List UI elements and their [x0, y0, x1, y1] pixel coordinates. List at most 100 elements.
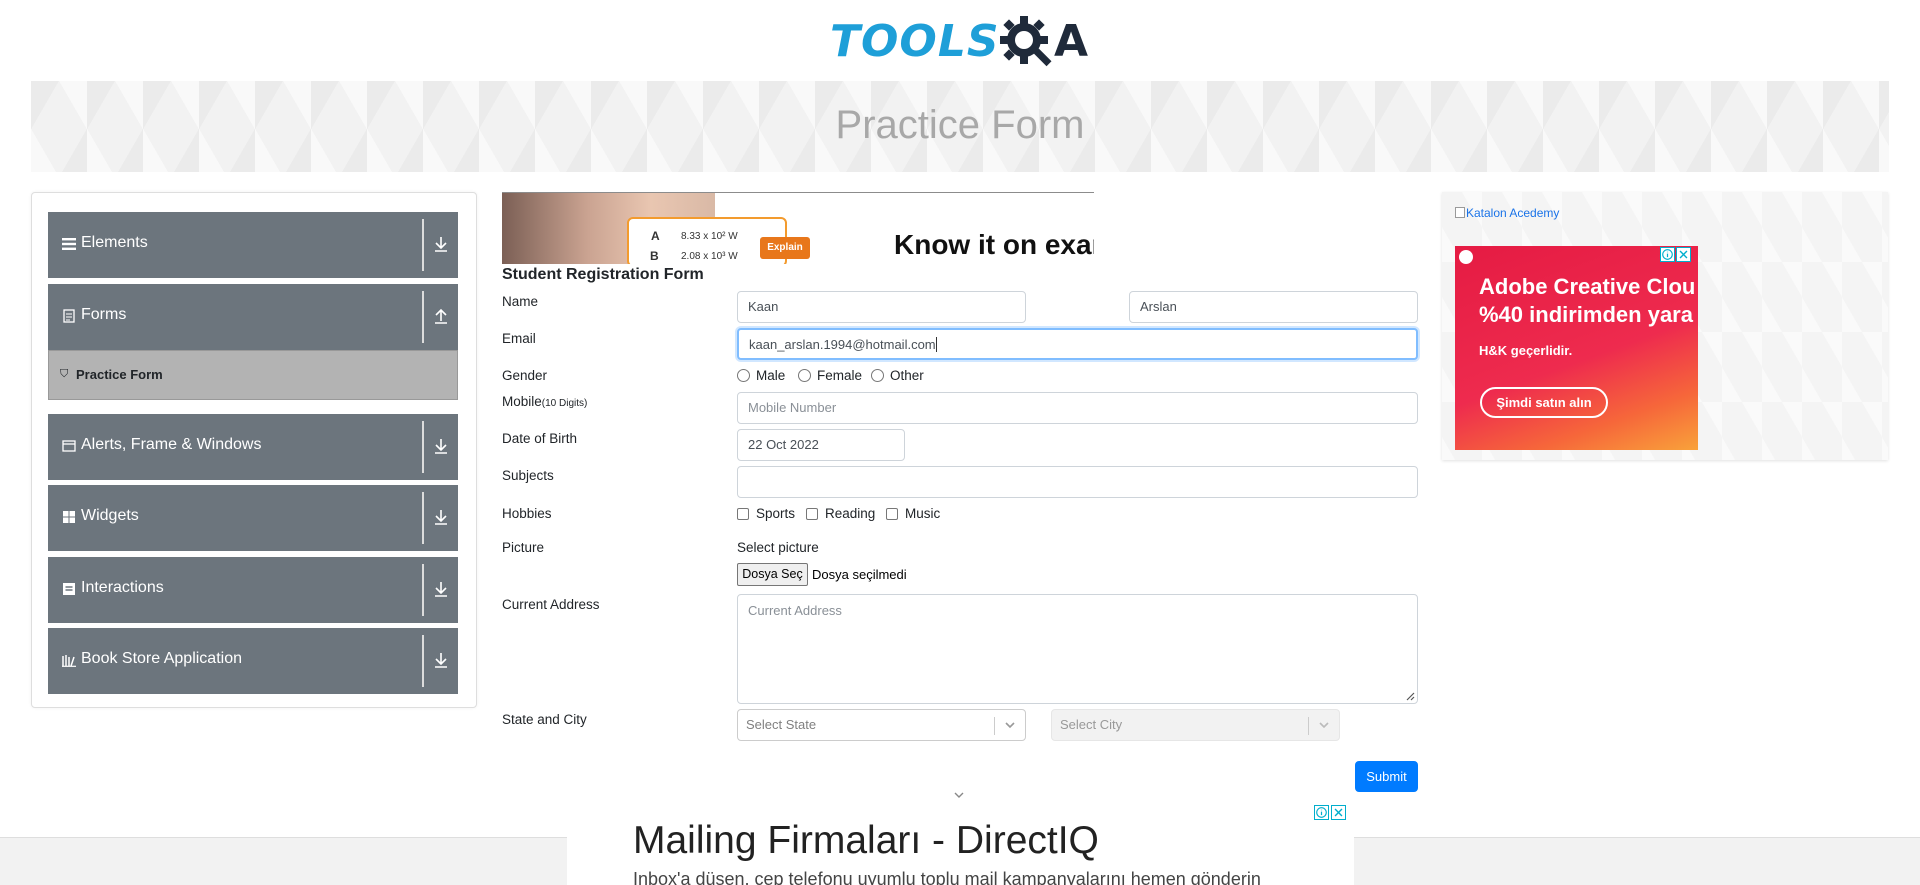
bottom-advertisement[interactable]: Mailing Firmaları - DirectIQ Inbox'a düş…: [567, 805, 1354, 885]
hobby-checkbox-sports[interactable]: Sports: [737, 506, 795, 521]
checkbox-label: Reading: [825, 506, 876, 521]
radio-circle: [737, 369, 750, 382]
upload-arrow-icon: [435, 308, 447, 324]
right-advertisement: Katalon Acedemy Adobe Creative Clou %40 …: [1442, 192, 1888, 460]
dob-label: Date of Birth: [502, 431, 578, 446]
adobe-ad-line1: Adobe Creative Clou: [1479, 274, 1696, 299]
sidebar-group-label: Interactions: [81, 579, 164, 596]
ad-row-b-value: 2.08 x 10³ W: [681, 251, 738, 262]
top-advertisement[interactable]: A 8.33 x 10² W B 2.08 x 10³ W Explain Kn…: [502, 192, 1094, 264]
mobile-label-text: Mobile: [502, 394, 542, 409]
adobe-ad-line2: %40 indirimden yara: [1479, 302, 1693, 327]
katalon-broken-image[interactable]: Katalon Acedemy: [1455, 206, 1559, 220]
ad-headline: Know it on exar: [894, 229, 1094, 260]
state-select[interactable]: Select State: [737, 709, 1026, 741]
sidebar-group-forms[interactable]: Forms: [48, 284, 458, 350]
radio-label: Other: [890, 368, 924, 383]
sidebar-group-book-store[interactable]: Book Store Application: [48, 628, 458, 694]
gear-q-icon: [1000, 16, 1052, 67]
hobbies-label: Hobbies: [502, 506, 552, 521]
state-city-label: State and City: [502, 712, 587, 727]
file-status: Dosya seçilmedi: [812, 567, 907, 582]
download-arrow-icon: [435, 653, 447, 668]
ad-row-b-label: B: [650, 249, 659, 263]
city-select[interactable]: Select City: [1051, 709, 1340, 741]
select-separator: [1308, 717, 1309, 735]
chevron-down-icon[interactable]: [952, 788, 966, 802]
adobe-ad-banner[interactable]: Adobe Creative Clou %40 indirimden yara …: [1455, 246, 1698, 450]
mobile-input[interactable]: Mobile Number: [737, 392, 1418, 424]
select-separator: [994, 717, 995, 735]
sidebar-group-label: Book Store Application: [81, 650, 242, 667]
name-label: Name: [502, 294, 539, 309]
date-of-birth-input[interactable]: 22 Oct 2022: [737, 429, 905, 461]
divider: [422, 219, 424, 271]
hobby-checkbox-reading[interactable]: Reading: [806, 506, 875, 521]
last-name-input[interactable]: Arslan: [1129, 291, 1418, 323]
current-address-label: Current Address: [502, 597, 600, 612]
gender-radio-other[interactable]: Other: [871, 368, 924, 383]
page-banner: Practice Form: [31, 81, 1889, 172]
adobe-ad-line3: H&K geçerlidir.: [1479, 343, 1573, 358]
divider: [422, 635, 424, 687]
bottom-ad-headline: Mailing Firmaları - DirectIQ: [633, 819, 1099, 862]
current-address-textarea[interactable]: Current Address: [737, 594, 1418, 704]
books-icon: [62, 655, 76, 667]
logo-text: TOOLS: [830, 16, 1000, 67]
sidebar-group-label: Forms: [81, 306, 127, 323]
email-input[interactable]: kaan_arslan.1994@hotmail.com: [737, 328, 1418, 360]
adobe-buy-button[interactable]: Şimdi satın alın: [1480, 387, 1608, 418]
ad-close-icon[interactable]: [1676, 247, 1691, 262]
download-arrow-icon: [435, 237, 447, 252]
chevron-down-icon: [1005, 722, 1015, 729]
state-placeholder: Select State: [746, 717, 817, 732]
sidebar-group-interactions[interactable]: Interactions: [48, 557, 458, 623]
form-icon: [63, 309, 75, 323]
form-small-icon: ⛉: [60, 368, 69, 380]
sidebar-group-elements[interactable]: Elements: [48, 212, 458, 278]
sidebar-group-alerts[interactable]: Alerts, Frame & Windows: [48, 414, 458, 480]
checkbox-label: Sports: [756, 506, 796, 521]
first-name-input[interactable]: Kaan: [737, 291, 1026, 323]
resize-handle-icon[interactable]: [1405, 691, 1415, 701]
ad-row-a-value: 8.33 x 10² W: [681, 231, 738, 242]
sidebar-item-practice-form[interactable]: ⛉ Practice Form: [48, 350, 458, 400]
chevron-down-icon: [1319, 722, 1329, 729]
ad-explain-button[interactable]: Explain: [760, 237, 810, 259]
email-value: kaan_arslan.1994@hotmail.com: [749, 337, 936, 352]
bottom-ad-text: Inbox'a düşen, cep telefonu uyumlu toplu…: [633, 869, 1261, 885]
submit-button[interactable]: Submit: [1355, 761, 1418, 792]
divider: [422, 291, 424, 343]
select-picture-label: Select picture: [737, 540, 819, 555]
broken-image-icon: [1455, 207, 1465, 218]
mobile-label: Mobile(10 Digits): [502, 394, 587, 409]
logo-suffix: A: [1054, 16, 1089, 67]
hobby-checkbox-music[interactable]: Music: [886, 506, 940, 521]
page-title: Practice Form: [835, 103, 1085, 147]
city-placeholder: Select City: [1060, 717, 1123, 732]
ad-info-icon[interactable]: [1660, 247, 1675, 262]
gender-radio-female[interactable]: Female: [798, 368, 862, 383]
hamburger-icon: [62, 238, 76, 250]
ad-close-icon[interactable]: [1331, 805, 1346, 820]
download-arrow-icon: [435, 582, 447, 597]
subjects-input[interactable]: [737, 466, 1418, 498]
gender-radio-male[interactable]: Male: [737, 368, 785, 383]
divider: [422, 421, 424, 473]
email-label: Email: [502, 331, 536, 346]
grid-icon: [63, 511, 75, 523]
broken-image-alt: Katalon Acedemy: [1466, 206, 1560, 220]
divider: [422, 564, 424, 616]
choose-file-button[interactable]: Dosya Seç: [737, 563, 808, 586]
toolsqa-logo[interactable]: TOOLS A: [830, 12, 1092, 74]
radio-circle: [871, 369, 884, 382]
picture-label: Picture: [502, 540, 545, 555]
sidebar-group-label: Elements: [81, 234, 148, 251]
radio-circle: [798, 369, 811, 382]
checkbox-label: Music: [905, 506, 941, 521]
ad-info-icon[interactable]: [1314, 805, 1329, 820]
adchoices-shield-icon: [1459, 250, 1473, 264]
sidebar-item-label: Practice Form: [76, 367, 163, 382]
sidebar-group-widgets[interactable]: Widgets: [48, 485, 458, 551]
form-title: Student Registration Form: [502, 266, 704, 283]
